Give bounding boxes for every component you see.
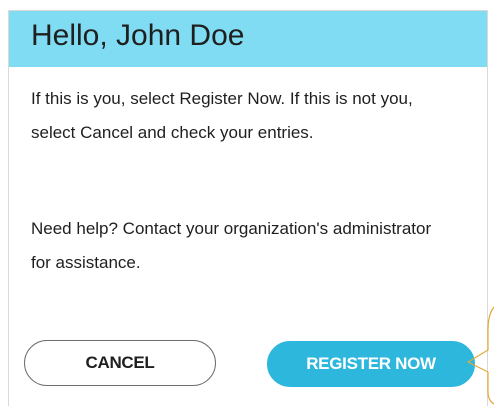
register-now-button[interactable]: REGISTER NOW	[267, 341, 475, 387]
registration-confirmation-dialog: Hello, John Doe If this is you, select R…	[8, 10, 488, 406]
cancel-button[interactable]: CANCEL	[24, 340, 216, 386]
dialog-header: Hello, John Doe	[9, 11, 487, 67]
confirmation-message: If this is you, select Register Now. If …	[31, 89, 413, 142]
help-message: Need help? Contact your organization's a…	[31, 219, 432, 272]
callout-annotation	[467, 306, 494, 405]
dialog-title: Hello, John Doe	[31, 19, 245, 52]
